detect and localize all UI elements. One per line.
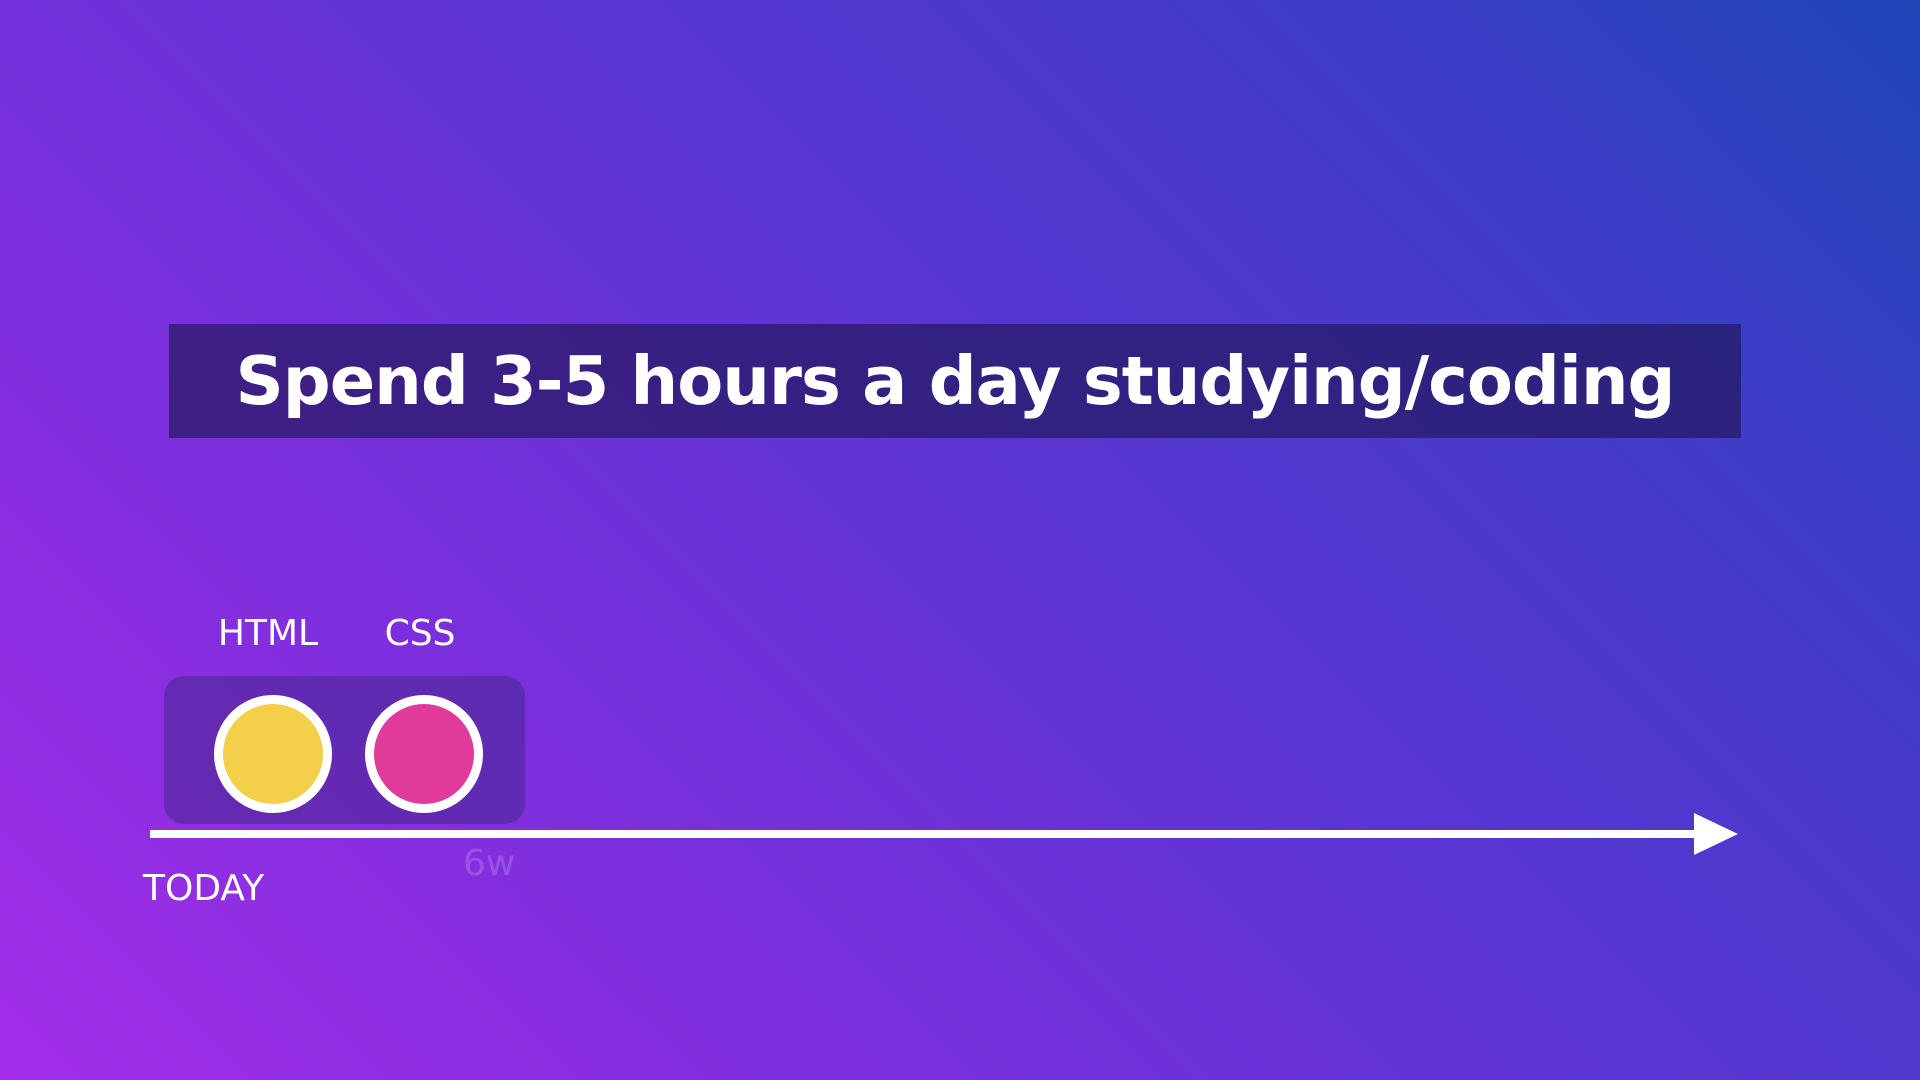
slide-title: Spend 3-5 hours a day studying/coding (235, 342, 1676, 420)
timeline-marker-label: 6w (463, 843, 516, 884)
timeline-start-label: TODAY (143, 868, 265, 909)
skill-dot-css (365, 695, 483, 813)
timeline-axis (150, 830, 1698, 838)
skill-dot-html (214, 695, 332, 813)
title-banner: Spend 3-5 hours a day studying/coding (169, 324, 1741, 438)
skill-label-css: CSS (384, 613, 456, 654)
timeline-arrow-icon (1694, 813, 1738, 855)
skill-label-html: HTML (217, 613, 319, 654)
slide: { "title": "Spend 3-5 hours a day studyi… (0, 0, 1920, 1080)
